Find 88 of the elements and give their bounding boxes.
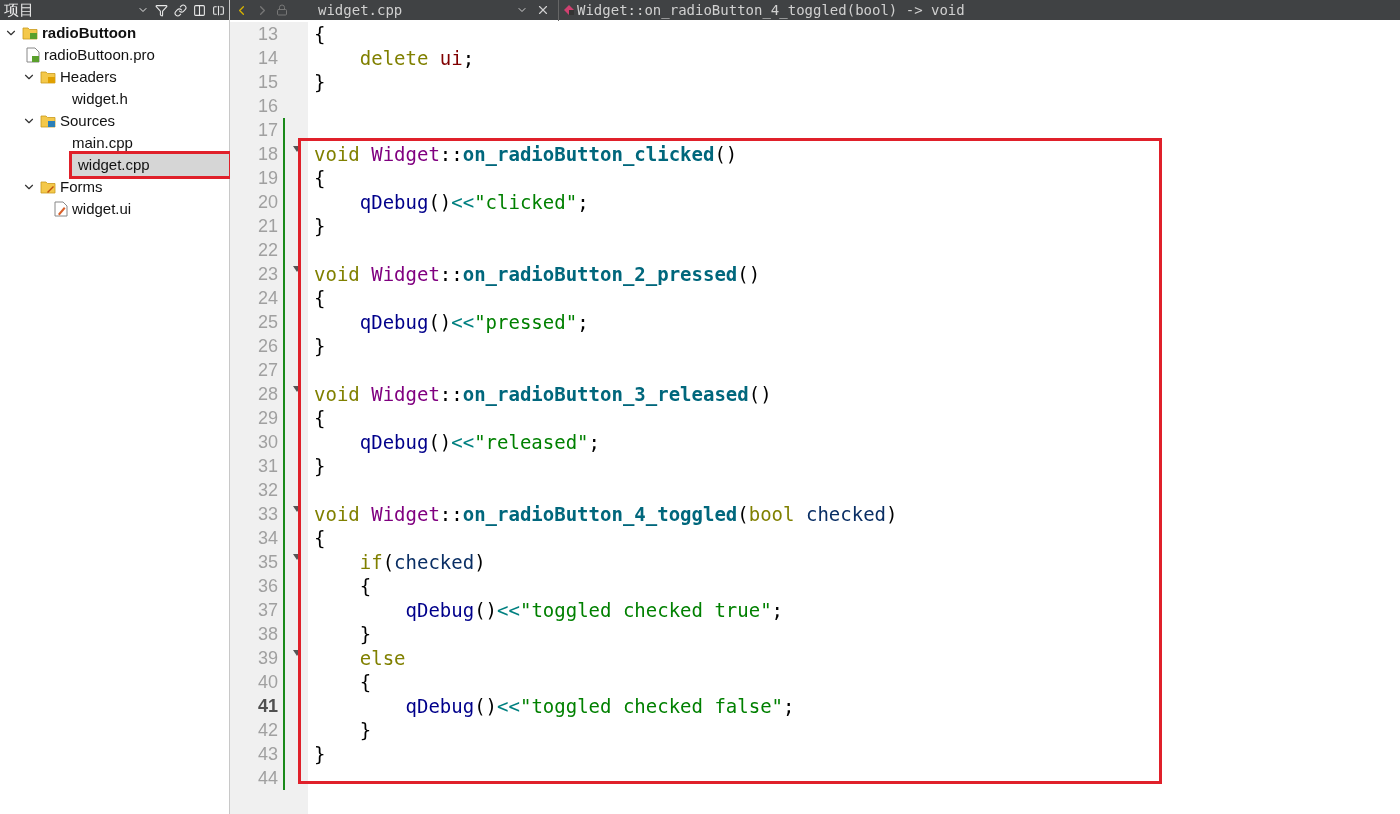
code-line: } xyxy=(314,214,326,238)
line-number: 39 xyxy=(257,646,278,670)
line-number: 25 xyxy=(257,310,278,334)
fold-marker-icon[interactable] xyxy=(292,506,301,512)
file-selector[interactable]: widget.cpp xyxy=(318,0,528,21)
tree-item[interactable]: widget.ui xyxy=(72,198,132,220)
line-number: 41 xyxy=(257,694,278,718)
code-line: { xyxy=(314,22,326,46)
line-number: 20 xyxy=(257,190,278,214)
code-line: qDebug()<<"clicked"; xyxy=(358,190,589,214)
folder-icon xyxy=(22,26,38,40)
fold-marker-icon[interactable] xyxy=(292,266,301,272)
folder-icon xyxy=(40,70,56,84)
line-number: 15 xyxy=(257,70,278,94)
line-number: 27 xyxy=(257,358,278,382)
folder-pencil-icon xyxy=(40,180,56,194)
fold-marker-icon[interactable] xyxy=(292,650,301,656)
split-icon[interactable] xyxy=(193,3,206,17)
code-line: } xyxy=(314,454,326,478)
line-number: 32 xyxy=(257,478,278,502)
tree-item[interactable]: radioButtoon.pro xyxy=(44,44,155,66)
panel-title: 项目 xyxy=(4,0,35,20)
line-number: 38 xyxy=(257,622,278,646)
code-line: void Widget::on_radioButton_clicked() xyxy=(314,142,738,166)
line-number: 23 xyxy=(257,262,278,286)
code-line: { xyxy=(358,574,372,598)
line-number: 21 xyxy=(257,214,278,238)
code-line: qDebug()<<"released"; xyxy=(358,430,600,454)
symbol-selector[interactable]: Widget::on_radioButton_4_toggled(bool) -> void xyxy=(558,0,965,21)
code-line: if(checked) xyxy=(358,550,486,574)
line-number: 43 xyxy=(257,742,278,766)
code-line: void Widget::on_radioButton_4_toggled(bool checked) xyxy=(314,502,898,526)
line-number: 31 xyxy=(257,454,278,478)
code-line: } xyxy=(314,70,326,94)
code-line: { xyxy=(314,406,326,430)
method-icon xyxy=(563,4,575,16)
line-number: 36 xyxy=(257,574,278,598)
tree-item[interactable]: radioButtoon xyxy=(42,22,137,44)
file-pencil-icon xyxy=(54,201,68,217)
line-number: 17 xyxy=(257,118,278,142)
line-number: 37 xyxy=(257,598,278,622)
code-line: } xyxy=(314,742,326,766)
code-line: delete ui; xyxy=(358,46,475,70)
line-number: 16 xyxy=(257,94,278,118)
code-line: void Widget::on_radioButton_3_released() xyxy=(314,382,772,406)
file-icon xyxy=(26,47,40,63)
code-line: qDebug()<<"toggled checked false"; xyxy=(404,694,795,718)
close-split-icon[interactable] xyxy=(212,3,225,17)
line-number: 13 xyxy=(257,22,278,46)
line-number: 33 xyxy=(257,502,278,526)
code-line: { xyxy=(314,166,326,190)
line-number: 42 xyxy=(257,718,278,742)
tree-item[interactable]: Sources xyxy=(60,110,116,132)
code-line: { xyxy=(358,670,372,694)
code-line: } xyxy=(314,334,326,358)
line-number: 44 xyxy=(257,766,278,790)
line-number: 24 xyxy=(257,286,278,310)
line-number: 19 xyxy=(257,166,278,190)
tree-item[interactable]: Forms xyxy=(60,176,103,198)
code-line: } xyxy=(358,718,372,742)
fold-marker-icon[interactable] xyxy=(292,146,301,152)
line-number: 34 xyxy=(257,526,278,550)
tree-item[interactable]: widget.h xyxy=(72,88,128,110)
line-number: 26 xyxy=(257,334,278,358)
line-number: 29 xyxy=(257,406,278,430)
code-line: qDebug()<<"pressed"; xyxy=(358,310,589,334)
filter-icon[interactable] xyxy=(155,3,168,17)
line-number: 28 xyxy=(257,382,278,406)
line-number: 18 xyxy=(257,142,278,166)
close-icon[interactable] xyxy=(536,3,550,17)
code-line: { xyxy=(314,286,326,310)
line-number: 30 xyxy=(257,430,278,454)
fold-marker-icon[interactable] xyxy=(292,554,301,560)
link-icon[interactable] xyxy=(174,3,187,17)
code-line: qDebug()<<"toggled checked true"; xyxy=(404,598,784,622)
line-number: 40 xyxy=(257,670,278,694)
line-number: 14 xyxy=(257,46,278,70)
tree-item[interactable]: widget.cpp xyxy=(72,154,229,176)
folder-icon xyxy=(40,114,56,128)
line-number: 22 xyxy=(257,238,278,262)
code-line: { xyxy=(314,526,326,550)
code-line: } xyxy=(358,622,372,646)
code-line: else xyxy=(358,646,406,670)
code-line: void Widget::on_radioButton_2_pressed() xyxy=(314,262,761,286)
tree-item[interactable]: Headers xyxy=(60,66,117,88)
fold-marker-icon[interactable] xyxy=(292,386,301,392)
line-number: 35 xyxy=(257,550,278,574)
tree-item[interactable]: main.cpp xyxy=(72,132,133,154)
